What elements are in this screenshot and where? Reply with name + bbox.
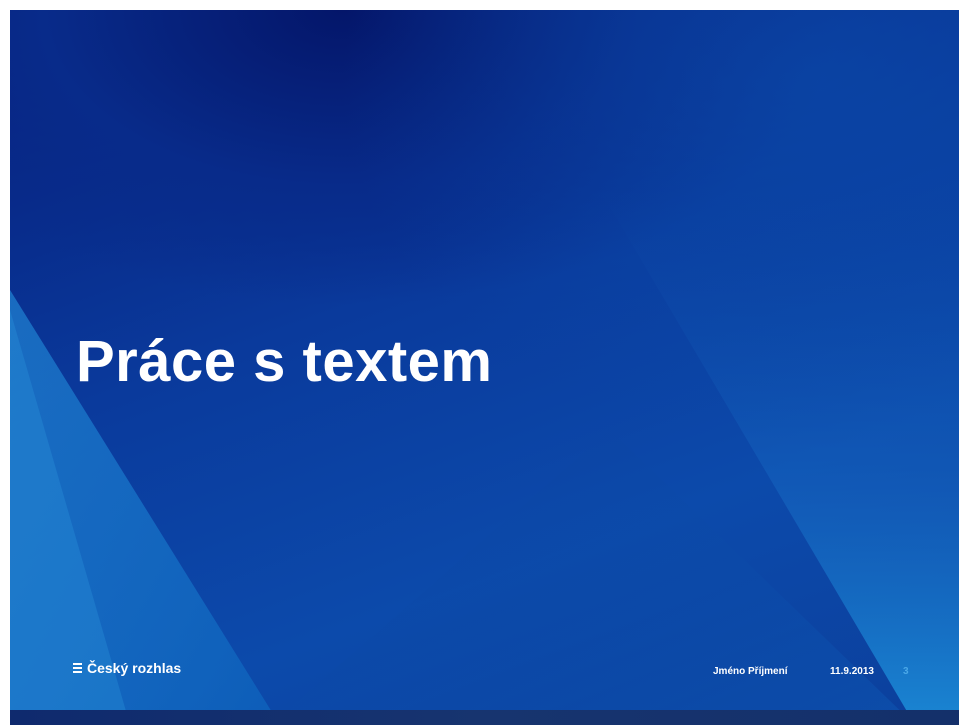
logo-text: Český rozhlas	[87, 660, 182, 676]
footer-date: 11.9.2013	[830, 666, 874, 677]
cesky-rozhlas-logo-icon	[73, 663, 82, 673]
footer-page-number: 3	[903, 666, 909, 677]
slide: Práce s textem Český rozhlas Jméno Příjm…	[10, 10, 959, 725]
bottom-bar	[10, 710, 959, 725]
slide-title: Práce s textem	[76, 329, 493, 394]
footer-author: Jméno Příjmení	[713, 666, 788, 677]
page: Práce s textem Český rozhlas Jméno Příjm…	[0, 0, 959, 725]
logo: Český rozhlas	[73, 660, 181, 676]
